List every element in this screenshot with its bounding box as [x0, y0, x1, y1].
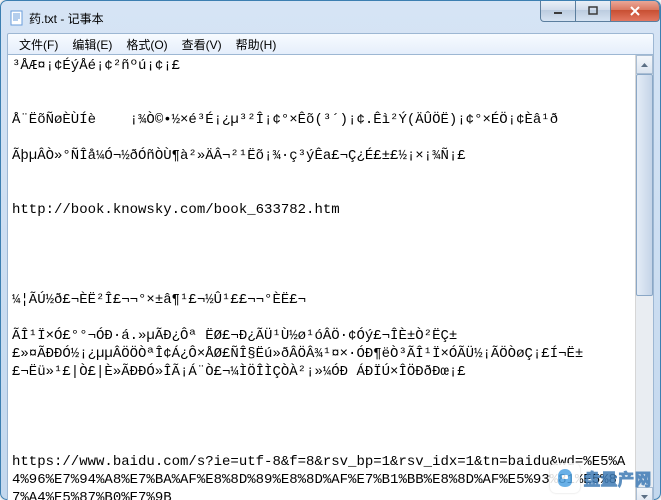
text-editor[interactable]: ³ÅÆ¤¡¢ÉýÅé¡¢²ñºú¡¢¡£ Å¨ËõÑøÈÙÍè ¡¾Ò©•½×é… — [8, 55, 635, 500]
menubar: 文件(F) 编辑(E) 格式(O) 查看(V) 帮助(H) — [7, 33, 654, 55]
client-area: ³ÅÆ¤¡¢ÉýÅé¡¢²ñºú¡¢¡£ Å¨ËõÑøÈÙÍè ¡¾Ò©•½×é… — [7, 55, 654, 500]
scroll-up-button[interactable] — [636, 55, 653, 74]
window-controls — [540, 1, 660, 22]
menu-edit[interactable]: 编辑(E) — [65, 34, 119, 55]
scroll-track[interactable] — [636, 74, 653, 487]
titlebar[interactable]: 药.txt - 记事本 — [7, 7, 654, 33]
minimize-button[interactable] — [540, 1, 576, 22]
scroll-thumb[interactable] — [636, 74, 653, 296]
notepad-window: 药.txt - 记事本 文件(F) 编辑(E) 格式(O) 查看(V) 帮助(H… — [0, 0, 661, 500]
scroll-down-button[interactable] — [636, 487, 653, 500]
app-icon — [9, 10, 25, 26]
menu-view[interactable]: 查看(V) — [175, 34, 229, 55]
close-button[interactable] — [611, 1, 660, 22]
menu-help[interactable]: 帮助(H) — [229, 34, 284, 55]
menu-file[interactable]: 文件(F) — [12, 34, 65, 55]
vertical-scrollbar[interactable] — [635, 55, 653, 500]
maximize-button[interactable] — [576, 1, 611, 22]
menu-format[interactable]: 格式(O) — [119, 34, 174, 55]
